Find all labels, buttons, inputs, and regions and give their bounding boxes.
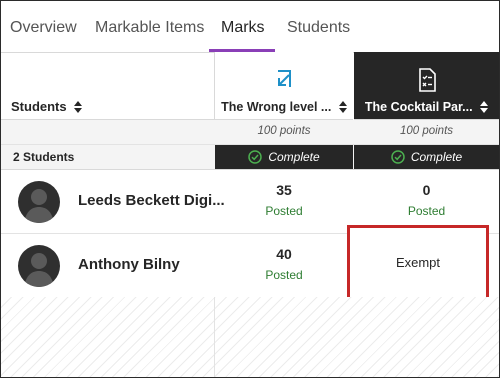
column-divider (214, 297, 215, 377)
grade-value: 0 (422, 182, 431, 198)
student-count: 2 Students (13, 150, 75, 164)
grade-status: Posted (265, 204, 303, 218)
exempt-grade-cell[interactable]: Exempt (347, 225, 489, 300)
assignment-link-icon (278, 70, 291, 87)
exempt-label: Exempt (395, 255, 441, 270)
tab-bar: Overview Markable Items Marks Students (1, 1, 499, 53)
tab-marks[interactable]: Marks (221, 19, 265, 37)
avatar (18, 181, 60, 223)
grade-status: Posted (407, 204, 446, 218)
column-title: The Cocktail Par... (364, 100, 473, 114)
column-status-complete: Complete (354, 145, 499, 169)
status-label: Complete (268, 150, 320, 164)
check-circle-icon (248, 150, 263, 164)
grade-status: Posted (265, 268, 303, 282)
test-document-icon (418, 68, 436, 92)
students-column-header[interactable]: Students (1, 52, 214, 120)
status-label: Complete (410, 150, 463, 164)
sort-icon[interactable] (338, 101, 347, 113)
grade-value: 40 (276, 246, 292, 262)
grade-cell[interactable]: 40 Posted (215, 234, 353, 297)
person-silhouette-icon (24, 253, 54, 287)
sort-icon[interactable] (74, 101, 83, 113)
person-silhouette-icon (24, 189, 54, 223)
status-row: 2 Students Complete Complete (1, 145, 499, 170)
check-circle-icon (391, 150, 405, 164)
students-header-label: Students (11, 99, 67, 114)
student-name-link[interactable]: Anthony Bilny (78, 256, 180, 273)
column-header-wrong-level[interactable]: The Wrong level ... (215, 52, 353, 120)
grade-cell[interactable]: 0 Posted (354, 170, 499, 233)
points-row: 100 points 100 points (1, 120, 499, 145)
tab-overview[interactable]: Overview (10, 19, 77, 37)
empty-table-area (1, 297, 499, 377)
points-value: 100 points (399, 125, 454, 137)
grade-value: 35 (276, 182, 292, 198)
column-status-complete: Complete (215, 145, 353, 169)
column-title: The Wrong level ... (221, 100, 332, 114)
column-header-cocktail-party[interactable]: The Cocktail Par... (354, 52, 499, 120)
sort-icon[interactable] (480, 101, 489, 113)
points-value: 100 points (257, 125, 311, 137)
gradebook-window: Overview Markable Items Marks Students S… (0, 0, 500, 378)
avatar (18, 245, 60, 287)
tab-students[interactable]: Students (287, 19, 350, 37)
student-name-link[interactable]: Leeds Beckett Digi... (78, 192, 225, 209)
grade-cell[interactable]: 35 Posted (215, 170, 353, 233)
tab-markable-items[interactable]: Markable Items (95, 19, 204, 37)
